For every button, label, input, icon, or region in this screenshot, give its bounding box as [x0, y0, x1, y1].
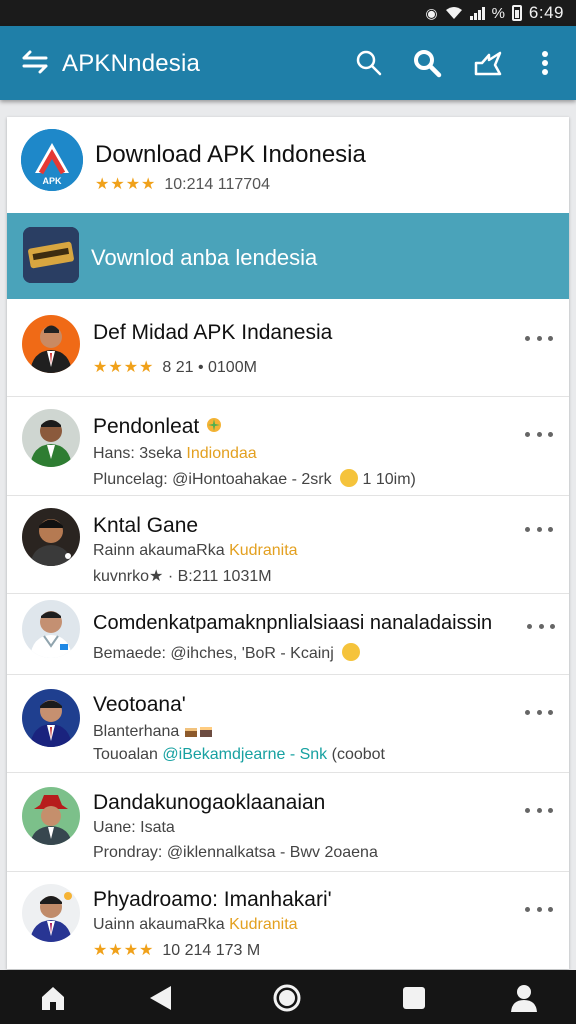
item-subtitle: Rainn akaumaRka Kudranita	[93, 542, 298, 559]
more-options-icon[interactable]	[527, 621, 555, 631]
svg-text:APK: APK	[42, 176, 62, 186]
item-stats: 8 21 • 0100M	[162, 359, 257, 376]
avatar	[22, 600, 80, 658]
list-item[interactable]: Comdenkatpamaknpnlialsiaasi nanaladaissi…	[7, 594, 569, 675]
sync-icon: ◉	[425, 4, 438, 21]
signal-icon	[469, 6, 485, 20]
rating-stars: ★★★★	[93, 359, 155, 376]
wifi-icon	[445, 7, 462, 19]
nav-home-circle-icon[interactable]	[270, 982, 304, 1014]
item-details: Pluncelag: @iHontoahakae - 2srk 1 10im)	[93, 469, 416, 488]
list-item[interactable]: Veotoana' Blanterhana Touoalan @iBekamdj…	[7, 675, 569, 773]
item-title: Kntal Gane	[93, 514, 199, 537]
battery-percent: %	[491, 4, 505, 22]
item-tag: Indiondaa	[186, 445, 257, 462]
more-vert-icon[interactable]	[530, 48, 560, 78]
download-banner[interactable]: Vownlod anba lendesia	[7, 213, 569, 299]
list-item[interactable]: Phyadroamo: Imanhakari' Uainn akaumaRka …	[7, 872, 569, 969]
item-title: Pendonleat	[93, 415, 223, 439]
featured-app[interactable]: APK Download APK Indonesia ★★★★ 10:214 11…	[7, 117, 569, 213]
status-bar: ◉ % 6:49	[0, 0, 576, 26]
item-tag: Kudranita	[229, 542, 298, 559]
avatar	[22, 409, 80, 467]
more-options-icon[interactable]	[525, 524, 553, 534]
featured-app-meta: ★★★★ 10:214 117704	[95, 174, 270, 194]
smiley-emoji-icon	[340, 469, 359, 487]
item-stats: 10 214 173 M	[162, 942, 261, 959]
item-subtitle: Blanterhana	[93, 722, 214, 741]
item-handle: @iBekamdjearne - Snk	[162, 746, 328, 763]
profile-icon[interactable]	[507, 982, 541, 1014]
system-navigation-bar	[0, 970, 576, 1024]
item-title: Comdenkatpamaknpnlialsiaasi nanaladaissi…	[93, 612, 493, 634]
app-bar: APKNndesia	[0, 26, 576, 100]
share-icon[interactable]	[473, 48, 503, 78]
banner-text: Vownlod anba lendesia	[91, 245, 318, 270]
item-meta: ★★★★ 10 214 173 M	[93, 940, 260, 960]
item-details: Prondray: @iklennalkatsa - Bwv 2oaena	[93, 844, 378, 861]
home-icon[interactable]	[36, 982, 70, 1014]
more-options-icon[interactable]	[525, 805, 553, 815]
banner-thumbnail	[23, 227, 79, 283]
avatar	[22, 884, 80, 942]
app-logo: APK	[21, 129, 83, 191]
item-subtitle: Uainn akaumaRka Kudranita	[93, 916, 298, 933]
item-details: Touoalan @iBekamdjearne - Snk (coobot	[93, 746, 385, 763]
item-details: kuvnrko★ · B:211 1031M	[93, 568, 272, 585]
item-title: Def Midad APK Indanesia	[93, 321, 333, 344]
item-subtitle: Hans: 3seka Indiondaa	[93, 445, 257, 462]
item-title: Dandakunogaoklaanaian	[93, 791, 326, 814]
more-options-icon[interactable]	[525, 333, 553, 343]
app-list-card: APK Download APK Indonesia ★★★★ 10:214 11…	[7, 117, 569, 969]
clock: 6:49	[528, 3, 564, 22]
search-bold-icon[interactable]	[412, 48, 442, 78]
search-icon[interactable]	[354, 48, 384, 78]
sparkle-icon	[207, 418, 222, 432]
recents-icon[interactable]	[397, 982, 431, 1014]
item-title: Phyadroamo: Imanhakari'	[93, 888, 332, 911]
list-item[interactable]: Dandakunogaoklaanaian Uane: Isata Prondr…	[7, 773, 569, 872]
more-options-icon[interactable]	[525, 707, 553, 717]
more-options-icon[interactable]	[525, 429, 553, 439]
avatar	[22, 787, 80, 845]
item-subtitle: Uane: Isata	[93, 819, 175, 836]
avatar	[22, 315, 80, 373]
item-meta: ★★★★ 8 21 • 0100M	[93, 357, 257, 377]
item-subtitle: Bemaede: @ihches, 'BoR - Kcainj	[93, 643, 361, 663]
featured-app-title: Download APK Indonesia	[95, 141, 366, 168]
list-item[interactable]: Pendonleat Hans: 3seka Indiondaa Pluncel…	[7, 397, 569, 496]
smiley-emoji-icon	[342, 643, 361, 661]
avatar	[22, 689, 80, 747]
list-item[interactable]: Def Midad APK Indanesia ★★★★ 8 21 • 0100M	[7, 299, 569, 397]
rating-stars: ★★★★	[93, 942, 155, 959]
list-item[interactable]: Kntal Gane Rainn akaumaRka Kudranita kuv…	[7, 496, 569, 594]
featured-app-stats: 10:214 117704	[164, 176, 270, 193]
nav-back-icon[interactable]	[143, 982, 177, 1014]
item-title: Veotoana'	[93, 693, 186, 716]
cake-emoji-icon	[184, 727, 212, 737]
rating-stars: ★★★★	[95, 176, 157, 193]
back-arrow-icon[interactable]	[20, 50, 50, 74]
avatar	[22, 508, 80, 566]
more-options-icon[interactable]	[525, 904, 553, 914]
battery-icon	[511, 5, 522, 21]
item-tag: Kudranita	[229, 916, 298, 933]
app-title: APKNndesia	[62, 50, 201, 77]
